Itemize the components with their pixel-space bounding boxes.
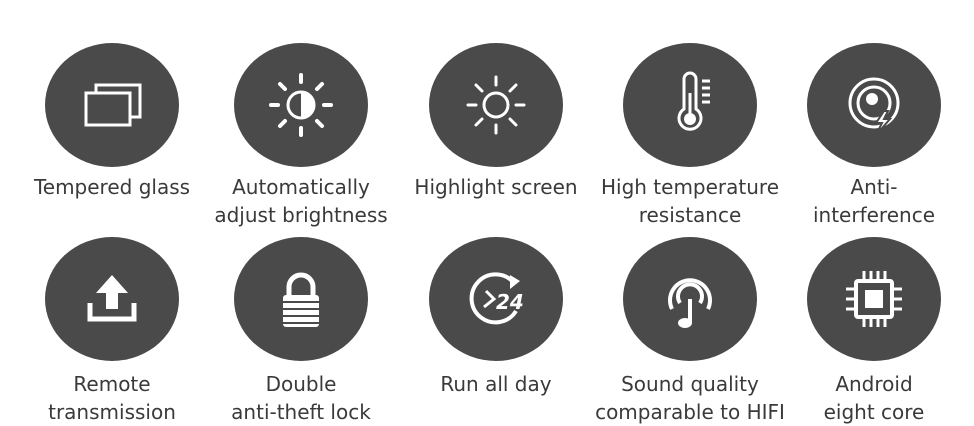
feature-icon-circle	[234, 43, 368, 167]
feature-icon-circle	[234, 237, 368, 361]
feature-label: Double anti-theft lock	[201, 370, 401, 426]
feature-icon-circle	[45, 237, 179, 361]
feature-label-line-2: interference	[812, 203, 935, 227]
feature-label-line-1: Sound quality	[621, 372, 759, 396]
feature-label-line-2: eight core	[823, 400, 925, 424]
svg-text:24: 24	[496, 290, 524, 314]
feature-icon-circle	[45, 43, 179, 167]
feature-icon-circle	[623, 237, 757, 361]
feature-grid: Tempered glass Automatically adjust brig…	[0, 0, 974, 426]
lock-icon	[283, 272, 319, 327]
feature-icon-circle	[623, 43, 757, 167]
feature-label-line-2: comparable to HIFI	[595, 400, 785, 424]
feature-label-line-1: Remote	[73, 372, 151, 396]
feature-label: Remote transmission	[12, 370, 212, 426]
feature-label-line-1: Tempered glass	[33, 175, 191, 199]
feature-label-line-2: transmission	[48, 400, 176, 424]
feature-icon-circle: 24	[429, 237, 563, 361]
feature-icon-circle	[807, 43, 941, 167]
feature-label: Sound quality comparable to HIFI	[590, 370, 790, 426]
feature-label-line-2: adjust brightness	[214, 203, 388, 227]
feature-label: Highlight screen	[396, 173, 596, 201]
feature-label: Tempered glass	[12, 173, 212, 201]
sun-icon	[466, 75, 526, 135]
upload-icon	[87, 275, 137, 322]
feature-label: High temperature resistance	[590, 173, 790, 229]
feature-label-line-1: Run all day	[440, 372, 552, 396]
auto-brightness-icon	[269, 73, 333, 137]
thermometer-icon	[677, 71, 710, 131]
clock-24-icon: 24	[469, 272, 524, 325]
feature-label-line-2: resistance	[638, 203, 742, 227]
anti-interference-icon	[848, 77, 900, 136]
feature-icon-circle	[807, 237, 941, 361]
tempered-glass-icon	[84, 83, 142, 127]
feature-label-line-1: High temperature	[600, 175, 780, 199]
feature-label: Run all day	[396, 370, 596, 398]
music-note-icon	[668, 278, 712, 328]
feature-icon-circle	[429, 43, 563, 167]
feature-label-line-2: anti-theft lock	[231, 400, 371, 424]
feature-label: Anti- interference	[774, 173, 974, 229]
cpu-chip-icon	[846, 271, 902, 327]
feature-label-line-1: Automatically	[232, 175, 370, 199]
feature-label-line-1: Anti-	[850, 175, 898, 199]
feature-label-line-1: Android	[835, 372, 913, 396]
feature-label-line-1: Highlight screen	[414, 175, 578, 199]
feature-label-line-1: Double	[265, 372, 337, 396]
feature-label: Automatically adjust brightness	[201, 173, 401, 229]
feature-label: Android eight core	[774, 370, 974, 426]
